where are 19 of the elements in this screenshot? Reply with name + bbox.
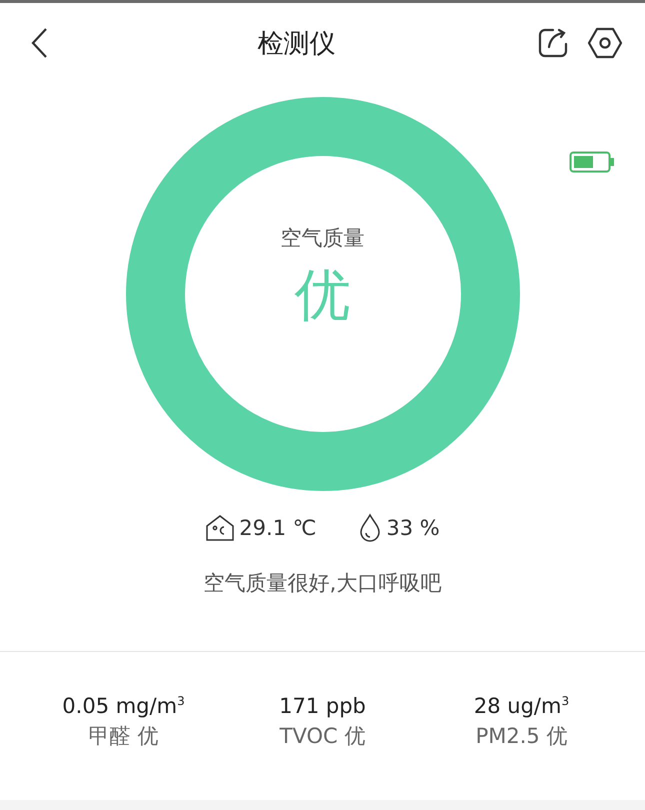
share-icon xyxy=(537,27,569,59)
status-message: 空气质量很好,大口呼吸吧 xyxy=(204,570,442,597)
reading-value: 33 % xyxy=(386,516,440,540)
metric-label: 甲醛 优 xyxy=(88,723,158,750)
water-drop-icon xyxy=(358,513,382,543)
metric-value: 28 ug/m$^{3}$ xyxy=(474,694,570,718)
metric-label: PM2.5 优 xyxy=(476,723,568,750)
metric-label: TVOC 优 xyxy=(280,723,366,750)
back-icon xyxy=(30,27,50,59)
gauge-label: 空气质量 xyxy=(280,225,364,252)
metric-value: 0.05 mg/m$^{3}$ xyxy=(62,694,185,718)
page-title: 检测仪 xyxy=(258,28,336,60)
quality-grade: 优 xyxy=(294,262,350,330)
reading-value: 29.1 ℃ xyxy=(239,516,316,540)
battery-icon xyxy=(569,151,615,173)
thermometer-house-icon xyxy=(205,514,236,542)
metric-value: 171 ppb xyxy=(279,694,366,718)
settings-icon xyxy=(587,27,623,59)
settings-button[interactable] xyxy=(587,25,623,61)
